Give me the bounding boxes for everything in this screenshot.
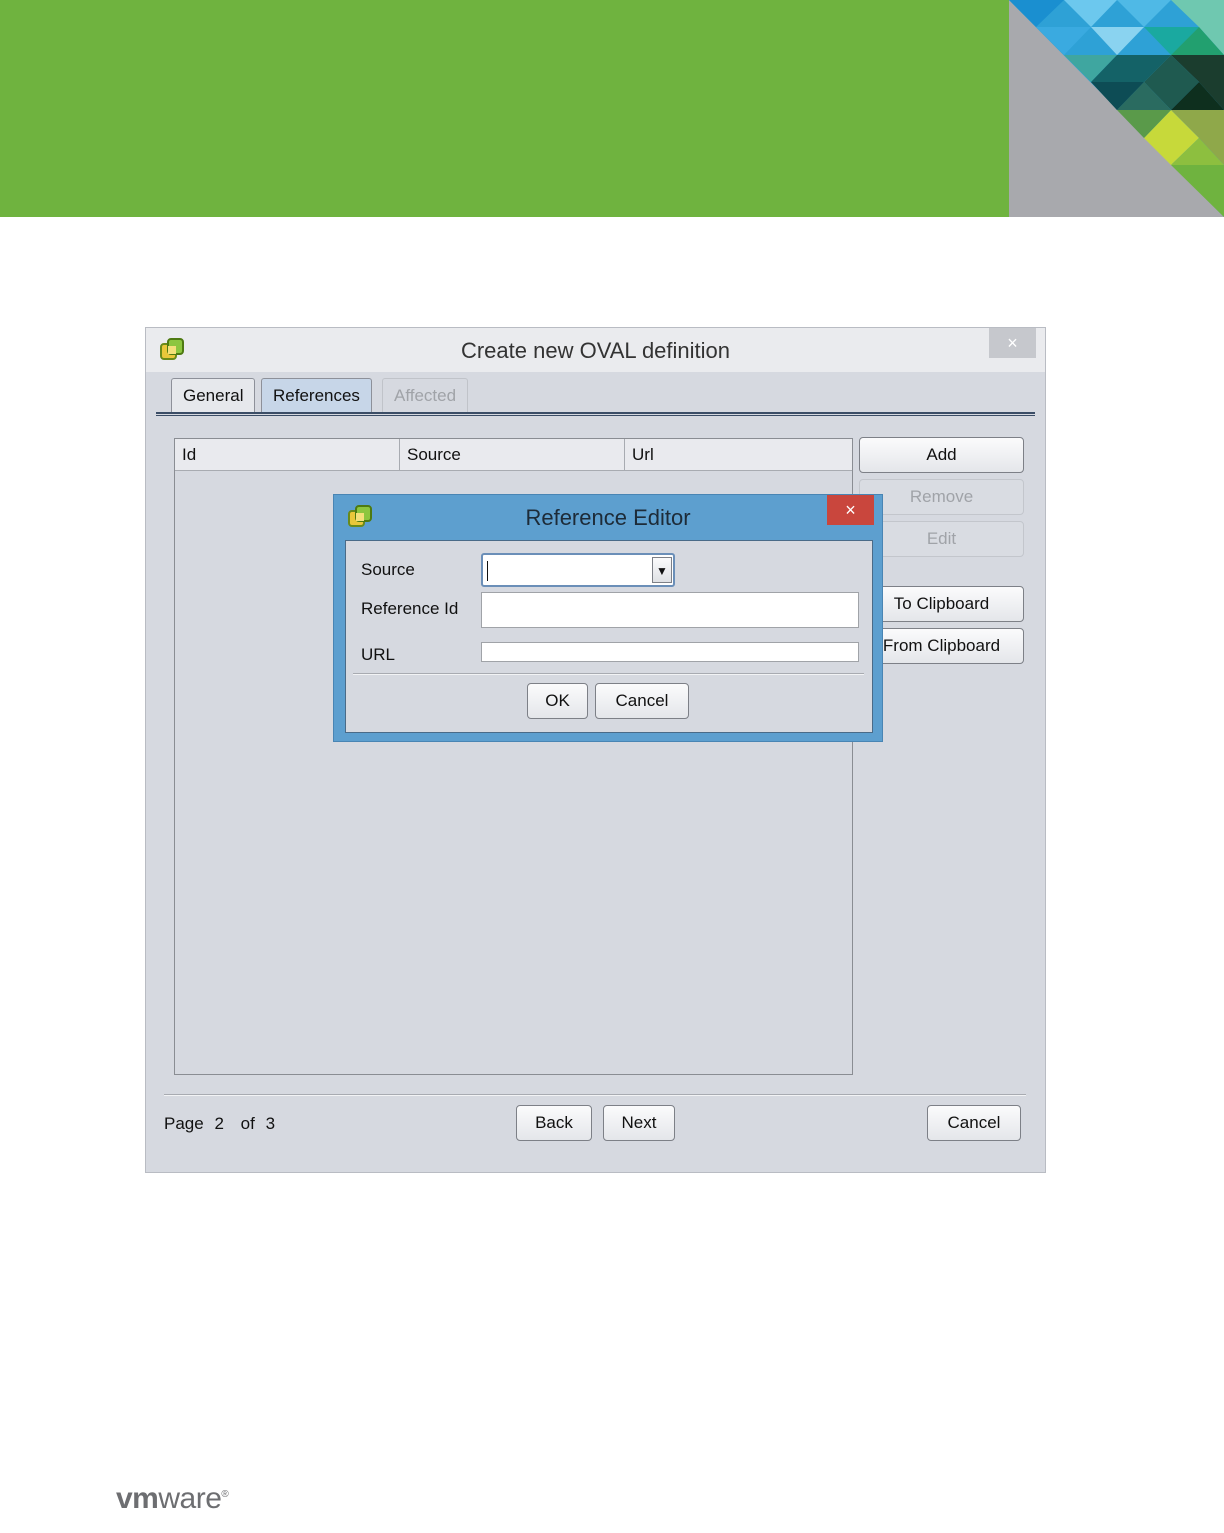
cancel-button[interactable]: Cancel [927, 1105, 1021, 1141]
table-header: Id Source Url [175, 439, 852, 471]
reference-editor-dialog: Reference Editor × Source ▼ Reference Id… [333, 494, 883, 742]
back-button[interactable]: Back [516, 1105, 592, 1141]
tab-general[interactable]: General [171, 378, 256, 412]
page-current: 2 [214, 1114, 224, 1133]
from-clipboard-button[interactable]: From Clipboard [859, 628, 1024, 664]
page-indicator: Page 2 of 3 [164, 1114, 281, 1134]
source-dropdown[interactable]: ▼ [481, 553, 675, 587]
to-clipboard-button[interactable]: To Clipboard [859, 586, 1024, 622]
column-header-source[interactable]: Source [400, 439, 625, 471]
edit-button: Edit [859, 521, 1024, 557]
url-input[interactable] [481, 642, 859, 662]
footer-divider [164, 1094, 1026, 1096]
close-icon[interactable]: × [827, 495, 874, 525]
dialog-title: Create new OVAL definition [460, 338, 731, 363]
decorative-corner-graphic [1009, 0, 1224, 217]
logo-light: ware [158, 1482, 222, 1515]
vmware-logo: vmware® [116, 1482, 229, 1516]
tab-divider [156, 412, 1035, 416]
ok-button[interactable]: OK [527, 683, 588, 719]
close-icon[interactable]: × [989, 328, 1036, 358]
tab-references[interactable]: References [261, 378, 372, 412]
logo-bold: vm [116, 1482, 159, 1515]
page-total: 3 [265, 1114, 276, 1133]
reference-id-input[interactable] [481, 592, 859, 628]
of-word: of [240, 1114, 255, 1133]
remove-button: Remove [859, 479, 1024, 515]
editor-title: Reference Editor [525, 505, 691, 530]
header-banner [0, 0, 1009, 217]
url-label: URL [361, 645, 396, 664]
triangle-down-icon[interactable]: ▼ [652, 557, 672, 583]
editor-divider [353, 673, 864, 675]
text-cursor [487, 561, 488, 581]
next-button[interactable]: Next [603, 1105, 675, 1141]
reference-id-label: Reference Id [361, 599, 459, 618]
editor-body: Source ▼ Reference Id URL OK Cancel [345, 540, 873, 733]
add-button[interactable]: Add [859, 437, 1024, 473]
dialog-title-bar[interactable]: Create new OVAL definition × [146, 328, 1045, 372]
logo-mark: ® [221, 1489, 229, 1500]
editor-cancel-button[interactable]: Cancel [595, 683, 689, 719]
page-word: Page [164, 1114, 204, 1133]
column-header-id[interactable]: Id [175, 439, 400, 471]
source-label: Source [361, 560, 415, 579]
column-header-url[interactable]: Url [625, 439, 853, 471]
tab-affected: Affected [382, 378, 469, 412]
create-oval-definition-dialog: Create new OVAL definition × General Ref… [145, 327, 1046, 1173]
